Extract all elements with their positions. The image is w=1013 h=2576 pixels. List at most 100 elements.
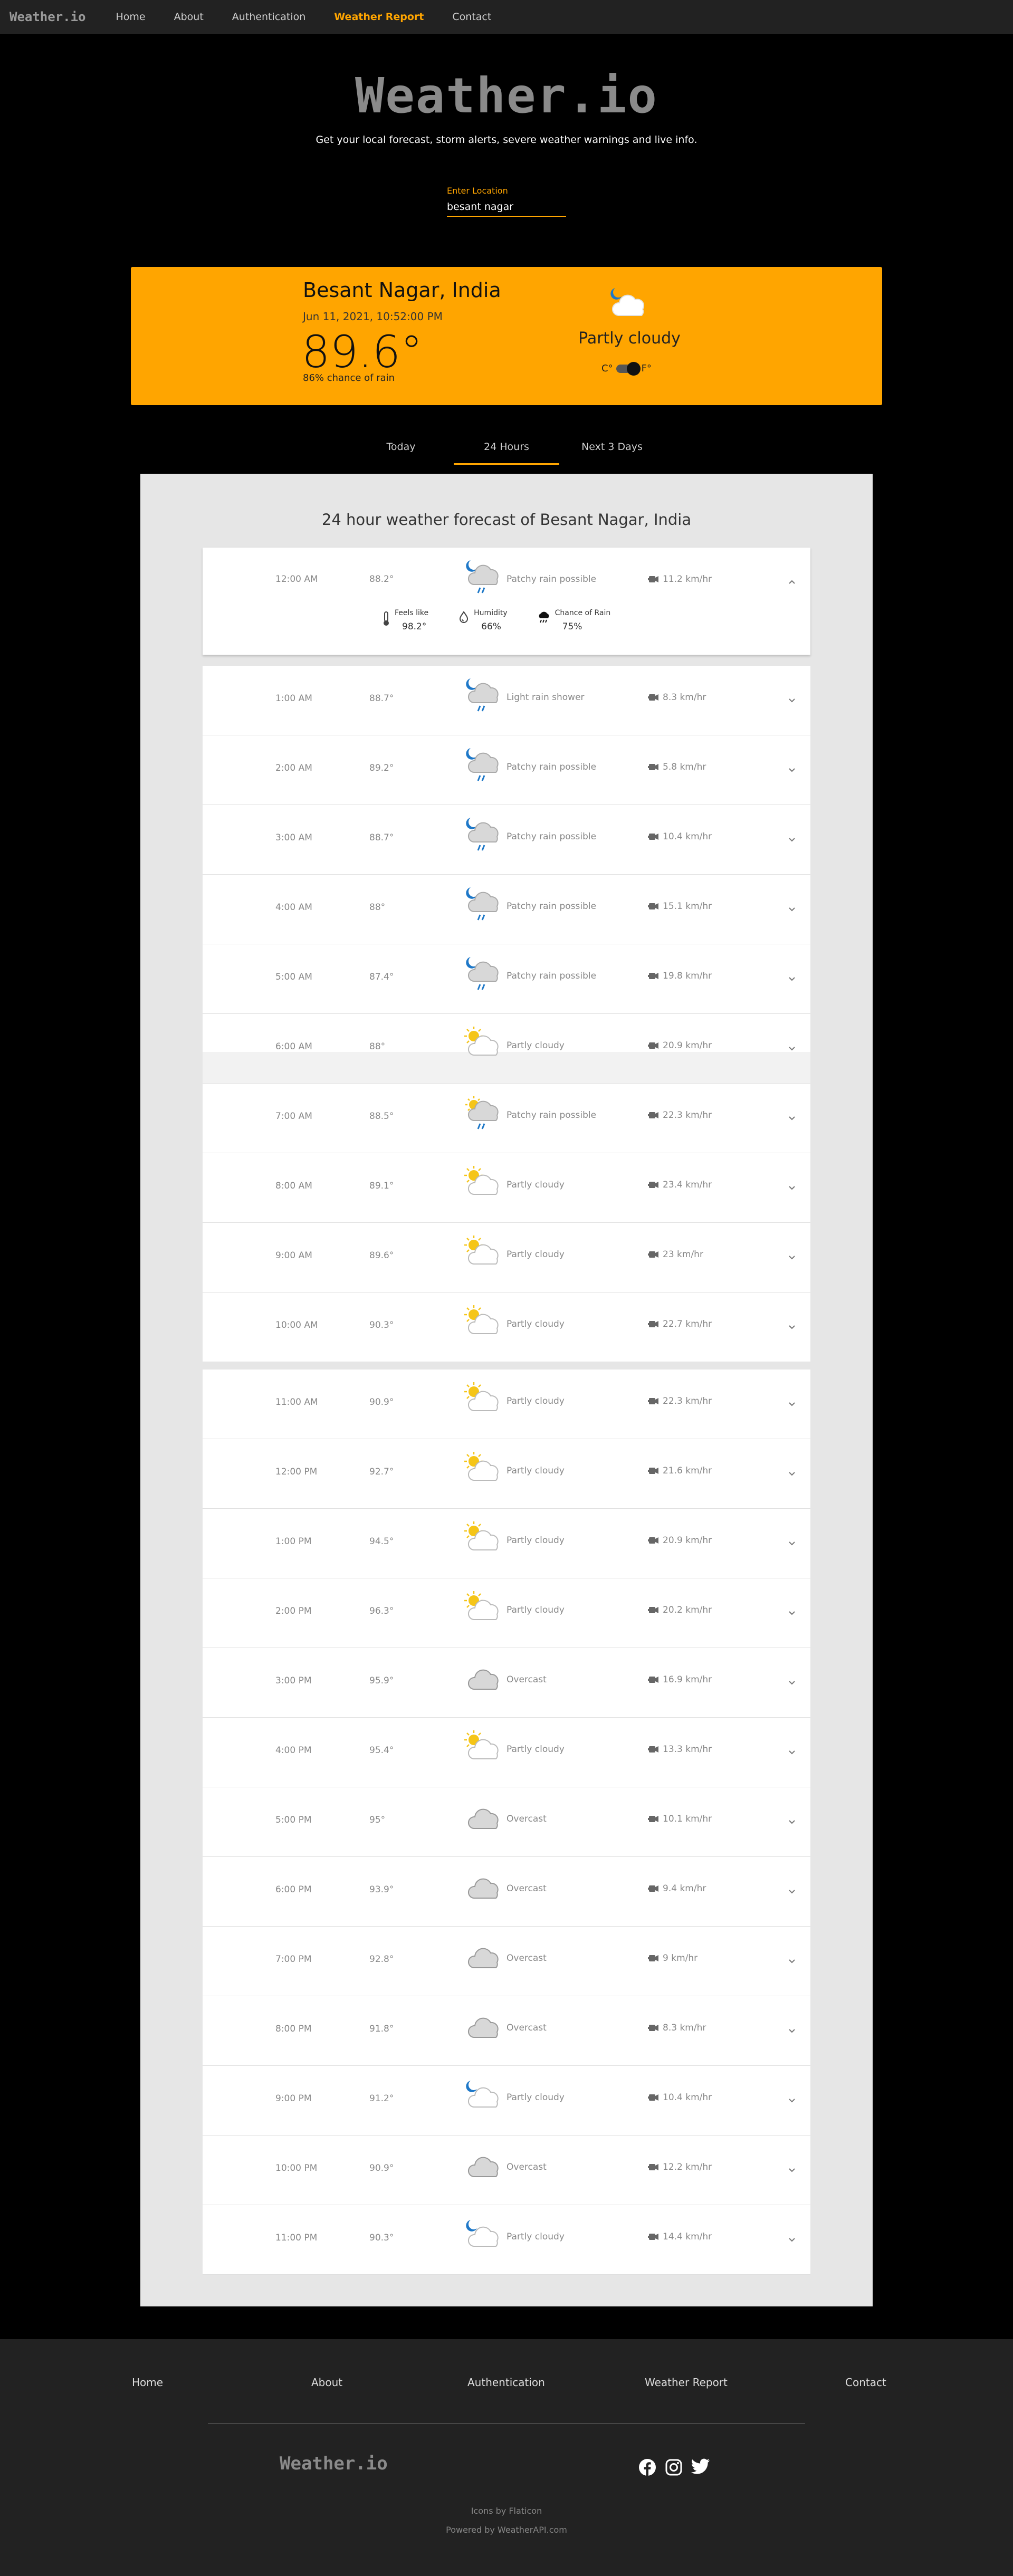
row-wind-value: 22.3 km/hr: [663, 1110, 712, 1121]
thermometer-icon: [384, 611, 389, 626]
footer-link-about[interactable]: About: [311, 2376, 342, 2389]
forecast-row[interactable]: 9:00 AM 89.6° Partly cloudy 23 km/hr: [203, 1223, 810, 1292]
chevron-down-icon[interactable]: [787, 1043, 797, 1053]
powered-by[interactable]: Powered by WeatherAPI.com: [0, 2525, 1013, 2535]
nav-logo[interactable]: Weather.io: [9, 9, 86, 24]
nav-link-about[interactable]: About: [174, 11, 204, 23]
chevron-down-icon[interactable]: [787, 1469, 797, 1478]
chevron-down-icon[interactable]: [787, 1747, 797, 1757]
chevron-down-icon[interactable]: [787, 1252, 797, 1262]
forecast-row[interactable]: 3:00 PM 95.9° Overcast 16.9 km/hr: [203, 1648, 810, 1718]
forecast-row[interactable]: 4:00 PM 95.4° Partly cloudy 13.3 km/hr: [203, 1718, 810, 1787]
chevron-down-icon[interactable]: [787, 1956, 797, 1966]
forecast-row[interactable]: 12:00 PM 92.7° Partly cloudy 21.6 km/hr: [203, 1439, 810, 1509]
twitter-icon[interactable]: [691, 2458, 710, 2478]
footer: Home About Authentication Weather Report…: [0, 2339, 1013, 2576]
chevron-down-icon[interactable]: [787, 1399, 797, 1409]
chevron-down-icon[interactable]: [787, 835, 797, 844]
row-temp: 88.2°: [369, 574, 394, 585]
sun-cloud-icon: [464, 1589, 504, 1627]
forecast-row[interactable]: 7:00 AM 88.5° Patchy rain possible 22.3 km/…: [203, 1084, 810, 1153]
row-condition: Partly cloudy: [506, 2092, 565, 2103]
forecast-row[interactable]: 4:00 AM 88° Patchy rain possible 15.1 km/hr: [203, 875, 810, 944]
current-datetime: Jun 11, 2021, 10:52:00 PM: [303, 310, 443, 323]
forecast-row[interactable]: 8:00 AM 89.1° Partly cloudy 23.4 km/hr: [203, 1153, 810, 1223]
row-condition: Patchy rain possible: [506, 971, 597, 981]
forecast-row[interactable]: 1:00 PM 94.5° Partly cloudy 20.9 km/hr: [203, 1509, 810, 1578]
row-wind-value: 10.4 km/hr: [663, 2092, 712, 2103]
forecast-row[interactable]: 8:00 PM 91.8° Overcast 8.3 km/hr: [203, 1996, 810, 2066]
chevron-down-icon[interactable]: [787, 2235, 797, 2244]
chevron-down-icon[interactable]: [787, 904, 797, 914]
forecast-row-expanded[interactable]: 12:00 AM 88.2° Patchy rain possible 11.2…: [203, 548, 810, 655]
chevron-down-icon[interactable]: [787, 1608, 797, 1617]
instagram-icon[interactable]: [665, 2458, 683, 2478]
nav-link-weather-report[interactable]: Weather Report: [334, 11, 424, 23]
forecast-row[interactable]: 11:00 PM 90.3° Partly cloudy 14.4 km/hr: [203, 2205, 810, 2275]
cloud-icon: [464, 1937, 504, 1975]
forecast-row[interactable]: 2:00 AM 89.2° Patchy rain possible 5.8 km/h…: [203, 735, 810, 805]
facebook-icon[interactable]: [638, 2458, 656, 2478]
forecast-row[interactable]: 2:00 PM 96.3° Partly cloudy 20.2 km/hr: [203, 1578, 810, 1648]
row-temp: 92.7°: [369, 1467, 394, 1477]
chevron-down-icon[interactable]: [787, 1538, 797, 1548]
forecast-row[interactable]: 7:00 PM 92.8° Overcast 9 km/hr: [203, 1927, 810, 1996]
chevron-down-icon[interactable]: [787, 695, 797, 705]
forecast-row[interactable]: 10:00 AM 90.3° Partly cloudy 22.7 km/hr: [203, 1292, 810, 1362]
forecast-row[interactable]: 5:00 PM 95° Overcast 10.1 km/hr: [203, 1787, 810, 1857]
location-input[interactable]: [447, 201, 566, 217]
chevron-down-icon[interactable]: [787, 765, 797, 774]
chevron-down-icon[interactable]: [787, 974, 797, 983]
forecast-row[interactable]: 9:00 PM 91.2° Partly cloudy 10.4 km/hr: [203, 2066, 810, 2136]
moon-rain-icon: [464, 816, 504, 854]
chevron-up-icon[interactable]: [787, 577, 797, 587]
forecast-row[interactable]: 3:00 AM 88.7° Patchy rain possible 10.4 km/…: [203, 805, 810, 875]
footer-link-contact[interactable]: Contact: [845, 2376, 886, 2389]
chevron-down-icon[interactable]: [787, 2026, 797, 2035]
forecast-row[interactable]: 6:00 PM 93.9° Overcast 9.4 km/hr: [203, 1857, 810, 1927]
chevron-down-icon[interactable]: [787, 2165, 797, 2175]
icons-credit[interactable]: Icons by Flaticon: [0, 2506, 1013, 2516]
forecast-row[interactable]: 5:00 AM 87.4° Patchy rain possible 19.8 km/…: [203, 944, 810, 1014]
row-condition: Partly cloudy: [506, 1319, 565, 1329]
forecast-row[interactable]: 11:00 AM 90.9° Partly cloudy 22.3 km/hr: [203, 1370, 810, 1439]
nav-link-contact[interactable]: Contact: [452, 11, 491, 23]
chevron-down-icon[interactable]: [787, 1817, 797, 1826]
wind-icon: [648, 764, 658, 770]
tab-today[interactable]: Today: [348, 441, 454, 465]
chevron-down-icon[interactable]: [787, 1678, 797, 1687]
moon-cloud-icon: [464, 2076, 504, 2114]
chevron-down-icon[interactable]: [787, 1183, 797, 1192]
forecast-row[interactable]: 1:00 AM 88.7° Light rain shower 8.3 km/hr: [203, 666, 810, 735]
chevron-down-icon[interactable]: [787, 1886, 797, 1896]
humidity-label: Humidity: [474, 609, 508, 617]
row-temp: 95.4°: [369, 1745, 394, 1756]
unit-switch[interactable]: [616, 361, 641, 376]
forecast-row[interactable]: 6:00 AM 88° Partly cloudy 20.9 km/hr: [203, 1014, 810, 1084]
footer-link-home[interactable]: Home: [132, 2376, 163, 2389]
wind-icon: [648, 1321, 658, 1327]
chevron-down-icon[interactable]: [787, 2095, 797, 2105]
nav-link-home[interactable]: Home: [116, 11, 146, 23]
chevron-down-icon[interactable]: [787, 1322, 797, 1332]
tab-24-hours[interactable]: 24 Hours: [454, 441, 559, 465]
unit-celsius-label: C°: [601, 363, 613, 374]
row-wind: 9 km/hr: [648, 1953, 697, 1964]
forecast-row[interactable]: 10:00 PM 90.9° Overcast 12.2 km/hr: [203, 2136, 810, 2205]
current-rain-chance: 86% chance of rain: [303, 372, 395, 384]
row-condition: Overcast: [506, 1814, 547, 1824]
footer-logo[interactable]: Weather.io: [280, 2453, 388, 2474]
row-condition: Partly cloudy: [506, 1040, 565, 1051]
row-wind: 11.2 km/hr: [648, 574, 712, 585]
row-wind: 14.4 km/hr: [648, 2232, 712, 2242]
row-wind: 10.4 km/hr: [648, 831, 712, 842]
wind-icon: [648, 973, 658, 979]
footer-link-weather-report[interactable]: Weather Report: [645, 2376, 728, 2389]
footer-link-authentication[interactable]: Authentication: [467, 2376, 545, 2389]
tab-next-3-days[interactable]: Next 3 Days: [559, 441, 665, 465]
nav-link-authentication[interactable]: Authentication: [232, 11, 305, 23]
unit-toggle[interactable]: C° F°: [601, 361, 652, 376]
chevron-down-icon[interactable]: [787, 1113, 797, 1123]
row-time: 1:00 AM: [275, 693, 312, 704]
current-city: Besant Nagar, India: [303, 279, 501, 302]
